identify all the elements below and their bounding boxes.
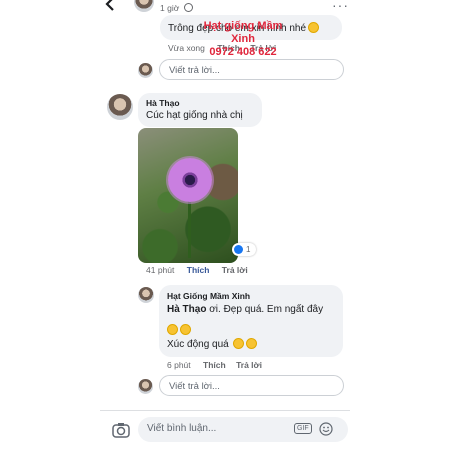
globe-icon [183, 3, 193, 12]
shop-reply-bubble: Hạt Giống Mầm Xinh Hà Thạo ơi. Đẹp quá. … [159, 285, 343, 357]
smile-emoji-icon [308, 22, 320, 33]
reaction-count: 1 [246, 245, 251, 254]
ellipsis-icon: ··· [332, 0, 349, 13]
comment-composer: Viết bình luận... GIF [100, 410, 350, 450]
comment-input-placeholder: Viết bình luận... [147, 423, 217, 434]
gif-button[interactable]: GIF [294, 423, 312, 434]
emoji-button[interactable] [319, 422, 333, 441]
ha-thao-comment-bubble: Hà Thạo Cúc hạt giống nhà chị [138, 93, 262, 127]
shop-reply-line-2: Xúc động quá [167, 338, 257, 350]
post-time: 1 giờ [160, 3, 193, 13]
shop-reply-line-1: Hà Thạo ơi. Đẹp quá. Em ngất đây [167, 304, 324, 315]
mention-ha-thao[interactable]: Hà Thạo [167, 304, 206, 315]
more-options-button[interactable]: ··· [332, 0, 349, 13]
shop-reply-time: 6 phút [167, 360, 191, 370]
shop-like-button[interactable]: Thích [203, 360, 226, 370]
my-avatar-2 [138, 379, 153, 394]
crying-face-emoji-icon [245, 338, 257, 349]
ha-thao-reply-button[interactable]: Trả lời [222, 265, 248, 275]
watermark-line-1: Hạt giống Mầm [203, 20, 283, 32]
watermark-line-2: Xinh [231, 33, 255, 45]
reaction-badge[interactable]: 1 [232, 243, 256, 256]
crying-face-emoji-icon [232, 338, 244, 349]
reply-input-2[interactable]: Viết trả lời... [159, 375, 344, 396]
flower-photo[interactable] [138, 128, 238, 263]
camera-icon [112, 423, 130, 438]
camera-button[interactable] [112, 422, 130, 438]
pleading-face-emoji-icon [180, 324, 191, 335]
ha-thao-comment-meta: 41 phút Thích Trả lời [146, 265, 248, 275]
reply-input[interactable]: Viết trả lời... [159, 59, 344, 80]
pleading-face-emoji-icon [167, 324, 178, 335]
post-author-avatar[interactable] [134, 0, 154, 12]
shop-reply-meta: 6 phút Thích Trả lời [167, 360, 262, 370]
watermark-line-3: 0972 408 622 [209, 46, 277, 58]
ha-thao-author-name[interactable]: Hà Thạo [146, 98, 180, 108]
ha-thao-like-button[interactable]: Thích [187, 265, 210, 275]
flower-blossom [168, 158, 212, 202]
chevron-left-icon [105, 0, 114, 11]
shop-reply-emojis-1 [165, 320, 191, 338]
ha-thao-comment-time: 41 phút [146, 265, 175, 275]
like-reaction-icon [234, 245, 243, 254]
comment-thread-screen: 1 giờ ··· Trông đẹp cho em xin hình nhé … [100, 0, 350, 450]
shop-avatar[interactable] [138, 287, 154, 303]
flower-stem [188, 198, 191, 258]
reply-input-placeholder: Viết trả lời... [169, 65, 220, 76]
comment-input[interactable]: Viết bình luận... GIF [138, 417, 348, 442]
reply-input-2-placeholder: Viết trả lời... [169, 381, 220, 392]
post-time-text: 1 giờ [160, 3, 180, 13]
ha-thao-avatar[interactable] [107, 94, 133, 120]
ha-thao-comment-text: Cúc hạt giống nhà chị [146, 110, 243, 121]
shop-author-name[interactable]: Hạt Giống Mầm Xinh [167, 291, 250, 301]
back-button[interactable] [102, 0, 118, 12]
my-avatar [138, 63, 153, 78]
shop-reply-button[interactable]: Trả lời [236, 360, 262, 370]
smiley-icon [319, 422, 333, 436]
image-watermark: Hạt giống Mầm Xinh 0972 408 622 [183, 20, 303, 59]
